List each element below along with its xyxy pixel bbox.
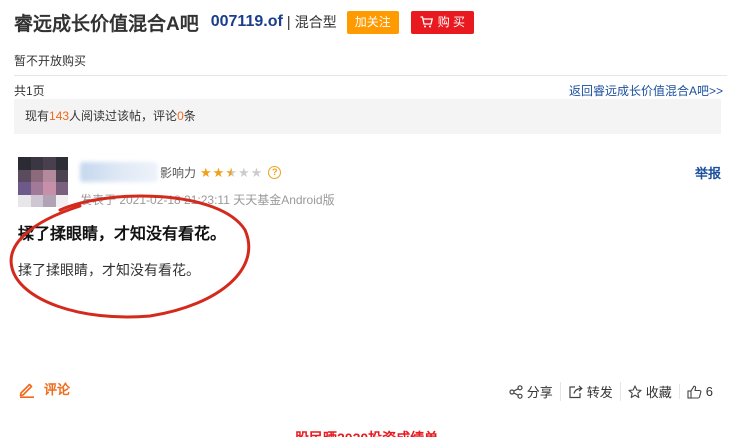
stats-middle: 人阅读过该帖，评论 <box>69 109 178 123</box>
favorite-button[interactable]: 收藏 <box>619 382 679 401</box>
buy-button[interactable]: 购 买 <box>410 10 475 34</box>
comment-button-label: 评论 <box>44 382 71 397</box>
like-count: 6 <box>705 384 713 399</box>
stats-prefix: 现有 <box>25 109 50 123</box>
buy-button-label: 购 买 <box>437 14 466 29</box>
title-separator: | <box>286 13 291 31</box>
reader-count: 143 <box>49 109 70 123</box>
follow-button[interactable]: 加关注 <box>346 10 399 34</box>
thumbs-up-icon <box>687 385 702 399</box>
comment-count: 0 <box>177 109 184 123</box>
comment-button[interactable]: 评论 <box>18 379 70 398</box>
purchase-status: 暂不开放购买 <box>14 54 87 68</box>
pen-icon <box>19 383 34 398</box>
half-star-icon: ★ <box>225 164 238 180</box>
question-icon[interactable]: ? <box>268 166 282 179</box>
star-icon: ★ <box>200 164 213 180</box>
red-circle-annotation <box>9 194 251 319</box>
stats-suffix: 条 <box>183 109 196 123</box>
rating-stars: ★★★★★ <box>200 165 263 181</box>
influence-label: 影响力 <box>160 166 197 180</box>
repost-icon <box>569 385 583 398</box>
post-actions: 分享 转发 收藏 6 <box>502 382 713 401</box>
read-stats-box: 现有143人阅读过该帖，评论0条 <box>14 99 721 134</box>
divider <box>14 75 727 76</box>
username-blurred[interactable] <box>80 162 158 182</box>
empty-star-icon: ★ <box>250 164 264 180</box>
page-count: 共1页 <box>14 84 45 98</box>
bar-title[interactable]: 睿远成长价值混合A吧 <box>14 9 199 36</box>
post-body: 揉了揉眼睛，才知没有看花。 <box>18 262 200 278</box>
share-label: 分享 <box>526 385 553 400</box>
star-icon: ★ <box>212 164 226 180</box>
repost-label: 转发 <box>586 385 613 400</box>
promo-link[interactable]: 股民晒2020投资成绩单 <box>295 428 438 437</box>
cart-icon <box>420 16 433 28</box>
fund-code-link[interactable]: 007119.of <box>211 13 283 31</box>
share-icon <box>509 384 523 399</box>
favorite-label: 收藏 <box>645 385 672 400</box>
repost-button[interactable]: 转发 <box>559 382 620 401</box>
post-meta: 发表于 2021-02-18 21:23:11 天天基金Android版 <box>80 193 335 207</box>
avatar[interactable] <box>18 157 68 207</box>
report-link[interactable]: 举报 <box>695 163 721 182</box>
star-icon <box>628 384 642 398</box>
share-button[interactable]: 分享 <box>502 382 560 401</box>
fund-type-label: 混合型 <box>294 14 337 30</box>
back-to-bar-link[interactable]: 返回睿远成长价值混合A吧>> <box>569 82 723 99</box>
influence-rating: 影响力 ★★★★★ ? <box>160 164 282 181</box>
empty-star-icon: ★ <box>237 164 251 180</box>
like-button[interactable]: 6 <box>678 384 713 399</box>
page-header: 睿远成长价值混合A吧 007119.of | 混合型 加关注 购 买 <box>14 8 475 36</box>
post-title: 揉了揉眼睛，才知没有看花。 <box>18 226 227 243</box>
